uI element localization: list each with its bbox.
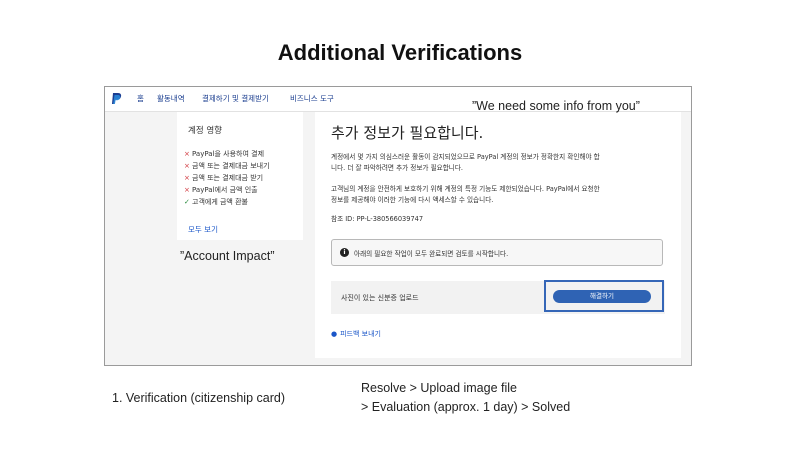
nav-pay-and-get-paid[interactable]: 결제하기 및 결제받기: [202, 93, 269, 104]
restricted-x-icon: ×: [184, 174, 190, 182]
info-icon: i: [340, 248, 349, 257]
list-item: × 금액 또는 결제대금 받기: [184, 172, 270, 184]
list-item: × PayPal에서 금액 인출: [184, 184, 270, 196]
task-label: 사진이 있는 신분증 업로드: [341, 294, 419, 302]
feedback-label: 피드백 보내기: [340, 330, 381, 338]
feedback-link[interactable]: ● 피드백 보내기: [331, 329, 381, 339]
chat-bubbles-icon: ●: [331, 330, 338, 338]
nav-activity[interactable]: 활동내역: [157, 93, 185, 104]
list-item: ✓ 고객에게 금액 환불: [184, 196, 270, 208]
resolve-button-highlight: [544, 280, 664, 312]
slide-title: Additional Verifications: [277, 40, 523, 65]
account-impact-card: 계정 영향 × PayPal을 사용하여 결제 × 금액 또는 결제대금 보내기 ×…: [177, 112, 303, 240]
description-line: 정보를 제공해야 이러한 기능에 다시 액세스할 수 있습니다.: [331, 196, 494, 204]
page-title: 추가 정보가 필요합니다.: [331, 124, 484, 142]
impact-item-label: PayPal에서 금액 인출: [192, 186, 258, 194]
description-line: 니다. 더 잘 파악하려면 추가 정보가 필요합니다.: [331, 164, 464, 172]
notice-text: 아래의 필요한 작업이 모두 완료되면 검토를 시작합니다.: [354, 250, 509, 258]
account-impact-heading: 계정 영향: [188, 126, 222, 136]
description-paragraph-1: 계정에서 몇 가지 의심스러운 활동이 감지되었으므로 PayPal 계정의 정…: [331, 152, 666, 174]
annotation-account-impact: ”Account Impact”: [180, 249, 275, 263]
restricted-x-icon: ×: [184, 162, 190, 170]
impact-item-label: PayPal을 사용하여 결제: [192, 150, 265, 158]
reference-id: 참조 ID: PP-L-380566039747: [331, 215, 424, 223]
process-line-1: Resolve > Upload image file: [361, 381, 517, 395]
verification-card: 추가 정보가 필요합니다. 계정에서 몇 가지 의심스러운 활동이 감지되었으므…: [315, 112, 681, 358]
see-all-link[interactable]: 모두 보기: [188, 224, 218, 235]
paypal-screenshot: 홈 활동내역 결제하기 및 결제받기 비즈니스 도구 계정 영향 × PayPal…: [104, 86, 692, 366]
account-impact-list: × PayPal을 사용하여 결제 × 금액 또는 결제대금 보내기 × 금액 또는 …: [184, 148, 270, 208]
allowed-check-icon: ✓: [184, 198, 190, 206]
description-line: 고객님의 계정을 안전하게 보호하기 위해 계정의 특정 기능도 제한되었습니다…: [331, 185, 600, 193]
paypal-logo-icon[interactable]: [110, 92, 122, 106]
step-label: 1. Verification (citizenship card): [112, 391, 285, 405]
nav-business-tools[interactable]: 비즈니스 도구: [290, 93, 334, 104]
list-item: × 금액 또는 결제대금 보내기: [184, 160, 270, 172]
impact-item-label: 금액 또는 결제대금 받기: [192, 174, 264, 182]
process-line-2: > Evaluation (approx. 1 day) > Solved: [361, 400, 571, 414]
annotation-info-needed: ”We need some info from you”: [472, 99, 640, 113]
impact-item-label: 고객에게 금액 환불: [192, 198, 248, 206]
description-paragraph-2: 고객님의 계정을 안전하게 보호하기 위해 계정의 특정 기능도 제한되었습니다…: [331, 184, 666, 206]
restricted-x-icon: ×: [184, 186, 190, 194]
impact-item-label: 금액 또는 결제대금 보내기: [192, 162, 270, 170]
list-item: × PayPal을 사용하여 결제: [184, 148, 270, 160]
description-line: 계정에서 몇 가지 의심스러운 활동이 감지되었으므로 PayPal 계정의 정…: [331, 153, 600, 161]
restricted-x-icon: ×: [184, 150, 190, 158]
review-notice: i 아래의 필요한 작업이 모두 완료되면 검토를 시작합니다.: [331, 239, 663, 266]
nav-home[interactable]: 홈: [137, 93, 144, 104]
